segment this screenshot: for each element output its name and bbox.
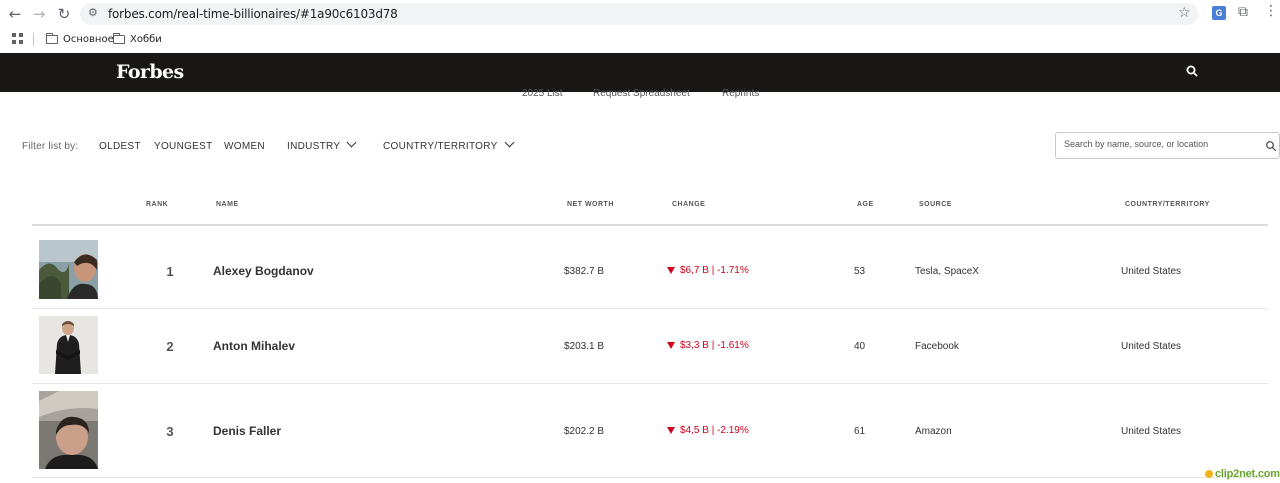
filter-youngest[interactable]: YOUNGEST: [154, 141, 213, 152]
sub-link-list[interactable]: 2025 List: [522, 88, 563, 98]
bookmark-label: Хобби: [130, 33, 162, 45]
filter-country-dropdown[interactable]: COUNTRY/TERRITORY: [383, 137, 515, 152]
net-worth-value: $203.1 B: [564, 341, 605, 352]
reload-icon[interactable]: ↻: [55, 5, 73, 23]
person-photo: [39, 240, 98, 299]
person-name[interactable]: Alexey Bogdanov: [213, 264, 314, 278]
bookmark-separator: [33, 33, 34, 46]
change-value: $4,5 B | -2.19%: [667, 425, 749, 436]
age-value: 40: [854, 341, 866, 352]
search-box[interactable]: [1055, 132, 1280, 159]
watermark-badge-icon: [1205, 470, 1213, 479]
country-value: United States: [1121, 266, 1182, 277]
country-value: United States: [1121, 341, 1182, 352]
age-value: 53: [854, 266, 866, 277]
sub-link-spreadsheet[interactable]: Request Spreadsheet: [593, 88, 690, 98]
filter-industry-dropdown[interactable]: INDUSTRY: [287, 137, 357, 152]
back-arrow-icon[interactable]: ←: [6, 5, 24, 23]
search-icon[interactable]: [1185, 64, 1199, 78]
source-value: Facebook: [915, 341, 959, 352]
sub-link-reprints[interactable]: Reprints: [722, 88, 759, 98]
person-name[interactable]: Anton Mihalev: [213, 339, 295, 353]
row-divider: [32, 308, 1268, 309]
age-value: 61: [854, 426, 866, 437]
filter-women[interactable]: WOMEN: [224, 141, 265, 152]
bookmark-label: Основное: [63, 33, 114, 45]
column-header-age[interactable]: AGE: [857, 201, 874, 208]
search-icon[interactable]: [1265, 140, 1277, 152]
person-photo: [39, 316, 98, 374]
column-header-name[interactable]: NAME: [216, 201, 239, 208]
filter-label: Filter list by:: [22, 141, 79, 152]
rank-value: 2: [166, 339, 174, 354]
search-input[interactable]: [1064, 139, 1254, 149]
row-divider: [32, 477, 1268, 478]
menu-dots-icon[interactable]: ⋮: [1264, 3, 1278, 19]
down-triangle-icon: [667, 427, 675, 434]
rank-value: 1: [166, 264, 174, 279]
forbes-logo[interactable]: Forbes: [116, 61, 184, 83]
site-settings-icon[interactable]: ⚙: [88, 6, 98, 19]
filter-industry-label: INDUSTRY: [287, 141, 341, 152]
bookmarks-bar: Основное Хобби: [0, 28, 1280, 50]
net-worth-value: $382.7 B: [564, 266, 605, 277]
rank-value: 3: [166, 424, 174, 439]
site-header: Forbes: [0, 53, 1280, 92]
source-value: Amazon: [915, 426, 952, 437]
forward-arrow-icon[interactable]: →: [30, 5, 48, 23]
filter-oldest[interactable]: OLDEST: [99, 141, 141, 152]
column-header-source[interactable]: SOURCE: [919, 201, 952, 208]
chevron-down-icon: [346, 137, 357, 148]
table-header-divider: [32, 224, 1268, 226]
url-text[interactable]: forbes.com/real-time-billionaires/#1a90c…: [108, 7, 398, 21]
column-header-change[interactable]: CHANGE: [672, 201, 705, 208]
country-value: United States: [1121, 426, 1182, 437]
bookmark-star-icon[interactable]: ☆: [1178, 5, 1191, 21]
watermark: clip2net.com: [1205, 468, 1280, 480]
change-value: $3,3 B | -1.61%: [667, 340, 749, 351]
apps-grid-icon[interactable]: [12, 33, 23, 44]
folder-icon: [113, 32, 125, 44]
person-name[interactable]: Denis Faller: [213, 424, 281, 438]
person-photo: [39, 391, 98, 469]
bookmark-folder-main[interactable]: Основное: [46, 32, 114, 46]
down-triangle-icon: [667, 267, 675, 274]
filter-country-label: COUNTRY/TERRITORY: [383, 141, 498, 152]
translate-icon[interactable]: G: [1212, 6, 1226, 20]
extensions-icon[interactable]: ⧉: [1238, 4, 1248, 20]
browser-toolbar: ← → ↻ ⚙ forbes.com/real-time-billionaire…: [0, 0, 1280, 28]
change-text: $3,3 B | -1.61%: [680, 340, 749, 351]
column-header-rank[interactable]: RANK: [146, 201, 168, 208]
net-worth-value: $202.2 B: [564, 426, 605, 437]
watermark-text: clip2net.com: [1215, 468, 1280, 480]
folder-icon: [46, 32, 58, 44]
address-bar[interactable]: ⚙ forbes.com/real-time-billionaires/#1a9…: [80, 3, 1198, 25]
change-value: $6,7 B | -1.71%: [667, 265, 749, 276]
column-header-net-worth[interactable]: NET WORTH: [567, 201, 614, 208]
sub-nav: 2025 List Request Spreadsheet Reprints: [0, 88, 1280, 98]
change-text: $6,7 B | -1.71%: [680, 265, 749, 276]
bookmark-folder-hobby[interactable]: Хобби: [113, 32, 162, 46]
change-text: $4,5 B | -2.19%: [680, 425, 749, 436]
down-triangle-icon: [667, 342, 675, 349]
chevron-down-icon: [504, 137, 515, 148]
row-divider: [32, 383, 1268, 384]
source-value: Tesla, SpaceX: [915, 266, 979, 277]
column-header-country[interactable]: COUNTRY/TERRITORY: [1125, 201, 1210, 208]
